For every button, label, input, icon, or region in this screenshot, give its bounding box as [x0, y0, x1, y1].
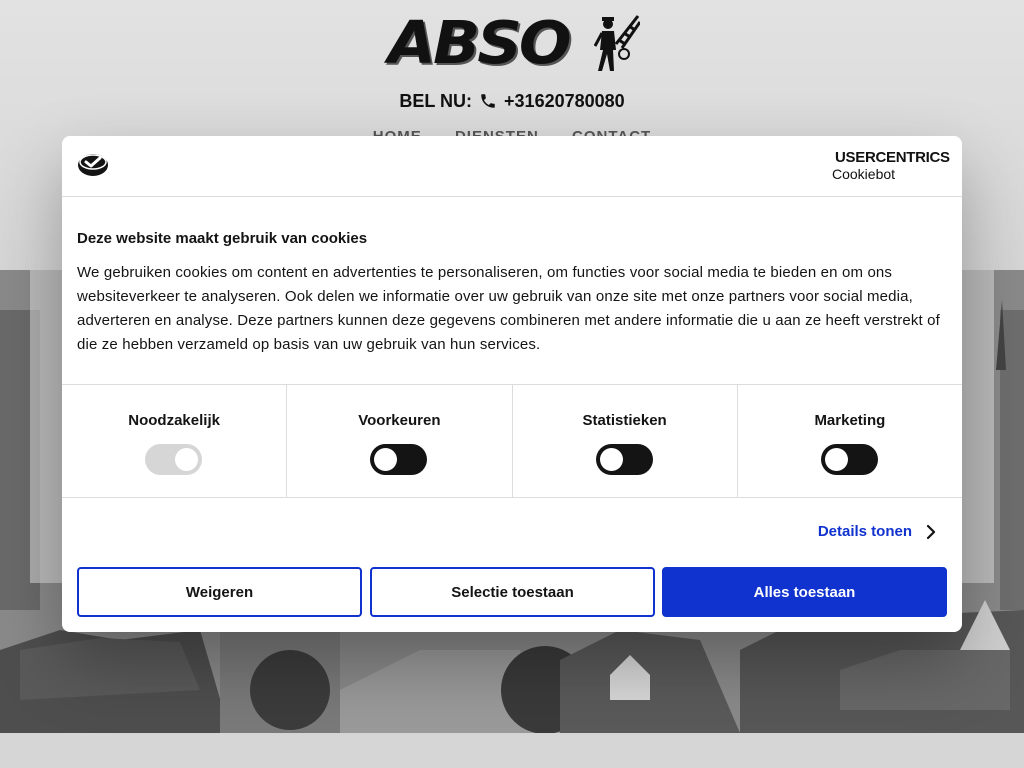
preferences-toggle[interactable]	[370, 444, 428, 475]
dialog-body: Deze website maakt gebruik van cookies W…	[77, 229, 947, 357]
toggle-knob	[175, 448, 199, 471]
dialog-description: We gebruiken cookies om content en adver…	[77, 264, 940, 353]
category-preferences: Voorkeuren	[286, 385, 511, 497]
category-label: Marketing	[814, 412, 886, 429]
phone-icon	[481, 94, 495, 108]
category-statistics: Statistieken	[511, 385, 737, 497]
cookiebot-logo-icon	[78, 154, 108, 176]
call-now-banner[interactable]: BEL NU: +31620780080	[0, 89, 1024, 113]
category-label: Noodzakelijk	[128, 412, 220, 429]
chevron-right-icon	[926, 525, 936, 539]
site-logo[interactable]: ABSO	[388, 12, 640, 74]
chimney-sweep-icon	[594, 15, 640, 71]
show-details-link[interactable]: Details tonen	[818, 522, 936, 542]
consent-categories: Noodzakelijk Voorkeuren Statistieken Mar…	[62, 384, 962, 498]
brand-name: USERCENTRICS	[835, 149, 950, 166]
toggle-knob	[824, 448, 848, 471]
category-label: Statistieken	[582, 412, 667, 429]
dialog-title: Deze website maakt gebruik van cookies	[77, 230, 368, 247]
category-marketing: Marketing	[736, 385, 962, 497]
toggle-knob	[599, 448, 623, 471]
marketing-toggle[interactable]	[820, 444, 878, 475]
footer-strip	[0, 733, 1024, 768]
necessary-toggle	[145, 444, 203, 475]
category-label: Voorkeuren	[358, 412, 441, 429]
brand-sub: Cookiebot	[832, 166, 896, 182]
cookie-consent-dialog: USERCENTRICS Cookiebot Deze website maak…	[62, 136, 962, 632]
deny-button[interactable]: Weigeren	[77, 567, 362, 617]
call-now-label: BEL NU:	[399, 91, 472, 111]
logo-text: ABSO	[388, 7, 572, 78]
show-details-label: Details tonen	[817, 523, 912, 540]
allow-selection-button[interactable]: Selectie toestaan	[370, 567, 655, 617]
phone-number: +31620780080	[504, 91, 625, 111]
dialog-header: USERCENTRICS Cookiebot	[62, 136, 962, 197]
statistics-toggle[interactable]	[595, 444, 653, 475]
toggle-knob	[374, 448, 398, 471]
allow-all-button[interactable]: Alles toestaan	[662, 567, 947, 617]
usercentrics-brand[interactable]: USERCENTRICS Cookiebot	[832, 149, 950, 182]
category-necessary: Noodzakelijk	[62, 385, 286, 497]
